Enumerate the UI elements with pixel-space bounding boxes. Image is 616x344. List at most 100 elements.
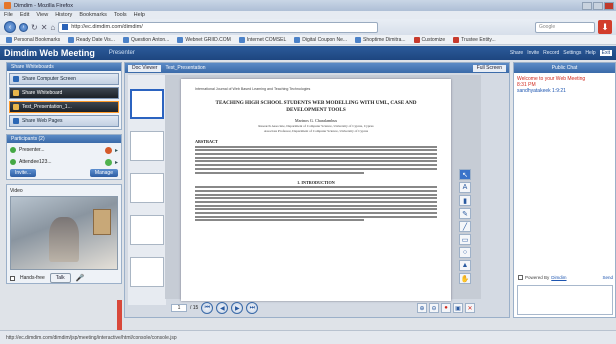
back-button[interactable]: ‹ xyxy=(4,21,16,33)
page-thumbnail[interactable] xyxy=(130,173,164,203)
hand-icon[interactable]: ✋ xyxy=(459,273,471,284)
minimize-button[interactable] xyxy=(582,1,592,10)
document-page[interactable]: International Journal of Web Based Learn… xyxy=(181,79,451,301)
lock-icon[interactable]: ▣ xyxy=(453,303,463,313)
doc-title: Test_Presentation xyxy=(165,65,206,71)
maximize-button[interactable] xyxy=(593,1,603,10)
text-line xyxy=(195,208,437,211)
bookmark-item[interactable]: Ready Date Vis... xyxy=(68,36,115,43)
line-icon[interactable]: ╱ xyxy=(459,221,471,232)
microphone-icon[interactable]: 🎤 xyxy=(76,274,85,282)
powered-link[interactable]: Dimdim xyxy=(551,275,566,280)
send-button[interactable]: Send xyxy=(602,275,613,280)
share-item-desktop[interactable]: Share Computer Screen xyxy=(9,73,119,85)
home-icon[interactable]: ⌂ xyxy=(50,23,55,32)
reload-icon[interactable]: ↻ xyxy=(31,23,38,32)
highlighter-icon[interactable]: ▮ xyxy=(459,195,471,206)
paper-affiliation: Research Associate, Department of Comput… xyxy=(258,124,374,128)
share-item-whiteboard[interactable]: Share Whiteboard xyxy=(9,87,119,99)
participant-row[interactable]: Presenter... ▸ xyxy=(10,145,118,155)
menu-history[interactable]: History xyxy=(55,12,72,18)
pencil-icon[interactable]: ✎ xyxy=(459,208,471,219)
ellipse-icon[interactable]: ○ xyxy=(459,247,471,258)
text-line xyxy=(195,149,437,152)
bookmark-icon xyxy=(453,36,460,43)
page-thumbnail[interactable] xyxy=(130,215,164,245)
view-select[interactable]: Doc Viewer xyxy=(128,64,162,72)
bookmark-icon xyxy=(294,36,301,43)
forward-button[interactable]: › xyxy=(19,22,28,32)
annotation-tools: ↖ A ▮ ✎ ╱ ▭ ○ ▲ ✋ xyxy=(459,169,471,284)
previous-page-icon[interactable]: ◀ xyxy=(216,302,229,314)
share-item-webpages[interactable]: Share Web Pages xyxy=(9,115,119,127)
share-panel-header: Share Whiteboards xyxy=(7,63,121,71)
bookmark-item[interactable]: Shoptime Dimitra... xyxy=(355,36,406,43)
header-link-invite[interactable]: Invite xyxy=(527,50,539,56)
wall-poster xyxy=(93,209,111,235)
stamp-icon[interactable]: ▲ xyxy=(459,260,471,271)
bookmark-item[interactable]: Digital Coupon Ne... xyxy=(294,36,347,43)
bookmark-item[interactable]: Question Anton... xyxy=(122,36,169,43)
exit-button[interactable]: Exit xyxy=(599,50,612,56)
header-link-help[interactable]: Help xyxy=(585,50,595,56)
bookmark-item[interactable]: Trustee Entity... xyxy=(453,36,496,43)
close-window-button[interactable] xyxy=(604,1,614,10)
page-navigation: 1 / 15 ⏮ ◀ ▶ ⏭ ⊕ ⊖ ● ▣ ✕ xyxy=(165,299,481,317)
talk-button[interactable]: Talk xyxy=(49,273,71,283)
chat-input[interactable] xyxy=(517,285,613,315)
participants-header: Participants (2) xyxy=(7,135,121,143)
invite-button[interactable]: Invite... xyxy=(10,169,37,177)
text-tool-icon[interactable]: A xyxy=(459,182,471,193)
menu-help[interactable]: Help xyxy=(134,12,145,18)
pointer-icon[interactable]: ↖ xyxy=(459,169,471,180)
menu-tools[interactable]: Tools xyxy=(114,12,127,18)
download-icon[interactable]: ⬇ xyxy=(598,20,612,34)
manage-button[interactable]: Manage xyxy=(89,169,118,177)
chat-option-checkbox[interactable] xyxy=(518,275,523,280)
last-page-icon[interactable]: ⏭ xyxy=(246,302,259,314)
zoom-out-icon[interactable]: ⊖ xyxy=(429,303,439,313)
text-line xyxy=(195,219,365,222)
stop-icon[interactable]: ✕ xyxy=(41,23,48,32)
page-thumbnail[interactable] xyxy=(130,89,164,119)
menu-edit[interactable]: Edit xyxy=(20,12,29,18)
menu-view[interactable]: View xyxy=(36,12,48,18)
bookmark-item[interactable]: Personal Bookmarks xyxy=(6,36,60,43)
doc-toolbar: Doc Viewer Test_Presentation Full Screen xyxy=(125,63,509,73)
bookmark-item[interactable]: Internet COMSEL xyxy=(238,36,286,43)
bookmark-item[interactable]: Webnet GRIID.COM xyxy=(177,36,231,43)
share-item-presentation[interactable]: Test_Presentation_1... xyxy=(9,101,119,113)
microphone-icon[interactable] xyxy=(104,158,112,166)
chat-log: Welcome to your Web Meeting 8:31 PM sand… xyxy=(514,73,615,97)
paper-author: Marinos G. Charalambus xyxy=(294,118,338,123)
chevron-right-icon[interactable]: ▸ xyxy=(115,147,118,154)
header-link-share[interactable]: Share xyxy=(510,50,523,56)
menu-file[interactable]: File xyxy=(4,12,13,18)
bookmark-icon xyxy=(122,36,129,43)
header-link-record[interactable]: Record xyxy=(543,50,559,56)
page-thumbnail[interactable] xyxy=(130,257,164,287)
page-number-input[interactable]: 1 xyxy=(171,304,187,312)
chevron-right-icon[interactable]: ▸ xyxy=(115,159,118,166)
zoom-in-icon[interactable]: ⊕ xyxy=(417,303,427,313)
header-link-settings[interactable]: Settings xyxy=(563,50,581,56)
bookmark-icon xyxy=(238,36,245,43)
page-thumbnail[interactable] xyxy=(130,131,164,161)
bookmark-item[interactable]: Customize xyxy=(413,36,445,43)
text-line xyxy=(195,197,437,200)
microphone-icon[interactable] xyxy=(104,146,112,154)
next-page-icon[interactable]: ▶ xyxy=(231,302,244,314)
handsfree-checkbox[interactable] xyxy=(10,275,15,281)
record-icon[interactable]: ● xyxy=(441,303,451,313)
first-page-icon[interactable]: ⏮ xyxy=(201,302,214,314)
paper-title: TEACHING HIGH SCHOOL STUDENTS WEB MODELL… xyxy=(215,100,417,113)
participant-row[interactable]: Attendee123... ▸ xyxy=(10,157,118,167)
rectangle-icon[interactable]: ▭ xyxy=(459,234,471,245)
fullscreen-button[interactable]: Full Screen xyxy=(472,64,506,72)
header-links: Share Invite Record Settings Help Exit xyxy=(510,50,612,56)
search-input[interactable]: Google xyxy=(535,21,595,33)
clear-icon[interactable]: ✕ xyxy=(465,303,475,313)
address-bar[interactable]: http://ec.dimdim.com/dimdim/ xyxy=(58,21,379,33)
menu-bookmarks[interactable]: Bookmarks xyxy=(79,12,107,18)
chat-header: Public Chat xyxy=(514,63,615,73)
